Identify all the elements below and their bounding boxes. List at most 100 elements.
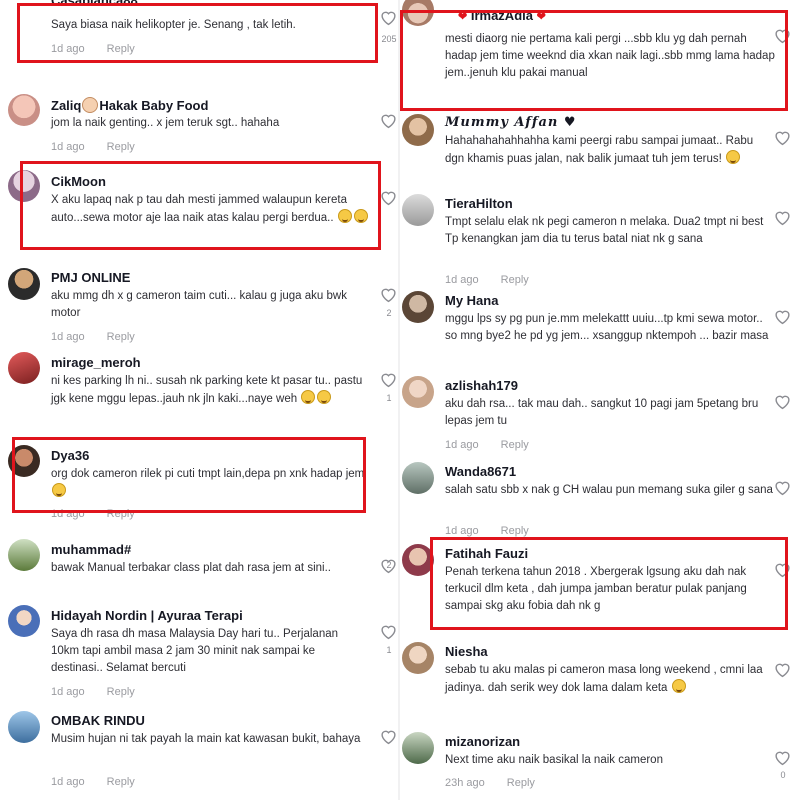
crying-emoji-icon (671, 679, 686, 693)
avatar[interactable] (402, 291, 434, 323)
username[interactable]: Fatihah Fauzi (445, 546, 528, 561)
comment-text: X aku lapaq nak p tau dah mesti jammed w… (51, 192, 369, 227)
comment-text: Penah terkena tahun 2018 . Xbergerak lgs… (445, 566, 747, 612)
comment-meta: 1d ago Reply (51, 508, 135, 520)
username[interactable]: OMBAK RINDU (51, 713, 145, 728)
timestamp: 1d ago (51, 686, 85, 698)
like-heart-icon[interactable] (774, 28, 791, 44)
comment-text: mggu lps sy pg pun je.mm melekattt uuiu.… (445, 313, 769, 342)
comment-meta: 1d ago Reply (445, 274, 529, 286)
username[interactable]: mizanorizan (445, 734, 520, 749)
laughing-emoji-icon (52, 483, 66, 497)
comment-meta: 1d ago Reply (445, 439, 529, 451)
like-heart-icon[interactable] (380, 729, 397, 745)
like-count: 1 (386, 645, 392, 655)
avatar[interactable] (8, 268, 40, 300)
like-heart-icon[interactable] (380, 113, 397, 129)
avatar[interactable] (402, 376, 434, 408)
reply-button[interactable]: Reply (107, 686, 135, 698)
like-heart-icon[interactable] (380, 624, 397, 640)
comment-text: Saya dh rasa dh masa Malaysia Day hari t… (51, 628, 339, 674)
like-heart-icon[interactable] (774, 210, 791, 226)
like-heart-icon[interactable] (774, 480, 791, 496)
reply-button[interactable]: Reply (107, 331, 135, 343)
avatar[interactable] (8, 539, 40, 571)
reply-button[interactable]: Reply (107, 508, 135, 520)
reply-button[interactable]: Reply (501, 525, 529, 537)
comment-text: jom la naik genting.. x jem teruk sgt.. … (51, 117, 280, 129)
comment-meta: 1d ago Reply (445, 525, 529, 537)
username[interactable]: Wanda8671 (445, 464, 516, 479)
username[interactable]: CikMoon (51, 174, 106, 189)
username[interactable]: Casablanca88 (51, 0, 138, 8)
reply-button[interactable]: Reply (107, 43, 135, 55)
laughing-emoji-icon (353, 209, 368, 223)
reply-button[interactable]: Reply (507, 777, 535, 789)
reply-button[interactable]: Reply (107, 776, 135, 788)
comment-text: Tmpt selalu elak nk pegi cameron n melak… (445, 216, 764, 245)
comment-meta: 1d ago Reply (51, 43, 135, 55)
like-heart-icon[interactable] (380, 372, 397, 388)
like-count: 1 (386, 393, 392, 403)
like-heart-icon[interactable] (774, 394, 791, 410)
username[interactable]: Hidayah Nordin | Ayuraa Terapi (51, 608, 243, 623)
like-heart-icon[interactable] (380, 10, 397, 26)
like-count: 0 (780, 770, 786, 780)
avatar[interactable] (8, 352, 40, 384)
avatar[interactable] (402, 462, 434, 494)
laughing-emoji-icon (726, 150, 740, 164)
reply-button[interactable]: Reply (501, 439, 529, 451)
username[interactable]: azlishah179 (445, 378, 518, 393)
comment-text: aku dah rsa... tak mau dah.. sangkut 10 … (445, 398, 759, 427)
avatar[interactable] (8, 605, 40, 637)
username[interactable]: Zaliq Hakak Baby Food (51, 97, 208, 113)
timestamp: 1d ago (51, 141, 85, 153)
heart-decoration-icon: ❤ (458, 11, 468, 23)
avatar[interactable] (402, 114, 434, 146)
comment-meta: 1d ago Reply (51, 686, 135, 698)
username[interactable]: My Hana (445, 293, 498, 308)
avatar[interactable] (8, 170, 40, 202)
laughing-emoji-icon (301, 390, 316, 404)
username[interactable]: ❤ IrmazAdia ❤ (458, 8, 546, 23)
username[interactable]: Mummy Affan ♥ (445, 115, 577, 130)
username[interactable]: PMJ ONLINE (51, 270, 130, 285)
laughing-emoji-icon (317, 390, 332, 404)
comment-text: org dok cameron rilek pi cuti tmpt lain,… (51, 466, 369, 501)
comment-meta: 23h ago Reply (445, 777, 535, 789)
timestamp: 1d ago (51, 508, 85, 520)
like-heart-icon[interactable] (774, 130, 791, 146)
comment-text: Musim hujan ni tak payah la main kat kaw… (51, 733, 361, 745)
like-heart-icon[interactable] (774, 750, 791, 766)
reply-button[interactable]: Reply (107, 141, 135, 153)
timestamp: 1d ago (445, 439, 479, 451)
avatar[interactable] (402, 642, 434, 674)
like-heart-icon[interactable] (380, 287, 397, 303)
comment-text: mesti diaorg nie pertama kali pergi ...s… (445, 33, 775, 79)
comment-meta: 1d ago Reply (51, 141, 135, 153)
avatar[interactable] (402, 732, 434, 764)
like-heart-icon[interactable] (774, 309, 791, 325)
avatar[interactable] (8, 445, 40, 477)
comment-meta: 1d ago Reply (51, 331, 135, 343)
comment-text: Next time aku naik basikal la naik camer… (445, 754, 663, 766)
comments-column-left: Casablanca88 Saya biasa naik helikopter … (0, 0, 400, 800)
avatar[interactable] (8, 94, 40, 126)
username[interactable]: Niesha (445, 644, 488, 659)
username[interactable]: Dya36 (51, 448, 89, 463)
username[interactable]: muhammad# (51, 542, 131, 557)
avatar[interactable] (8, 711, 40, 743)
like-count: 2 (386, 560, 392, 570)
avatar[interactable] (402, 194, 434, 226)
username[interactable]: mirage_meroh (51, 355, 141, 370)
reply-button[interactable]: Reply (501, 274, 529, 286)
avatar[interactable] (402, 0, 434, 26)
username[interactable]: TieraHilton (445, 196, 513, 211)
like-heart-icon[interactable] (774, 562, 791, 578)
laughing-emoji-icon (337, 209, 352, 223)
like-heart-icon[interactable] (380, 190, 397, 206)
comment-text: aku mmg dh x g cameron taim cuti... kala… (51, 290, 347, 319)
like-heart-icon[interactable] (774, 662, 791, 678)
like-count: 205 (381, 34, 397, 44)
avatar[interactable] (402, 544, 434, 576)
